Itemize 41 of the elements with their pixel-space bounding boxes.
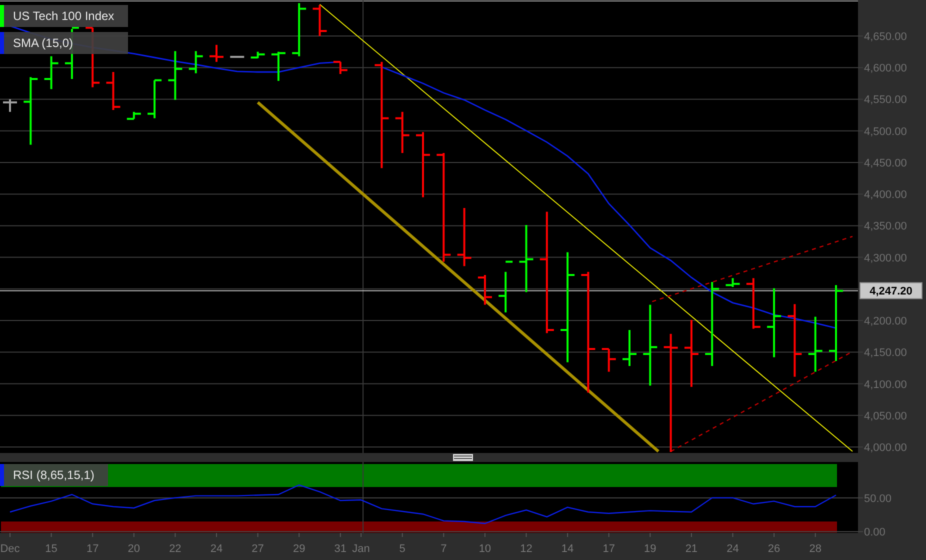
axis-label: 4,200.00	[864, 316, 907, 328]
axis-label: 15	[45, 543, 58, 555]
legend-text: RSI (8,65,15,1)	[13, 468, 94, 482]
axis-label: 5	[399, 543, 406, 555]
axis-label: 21	[685, 543, 698, 555]
axis-label: 26	[768, 543, 780, 555]
axis-label: 7	[440, 543, 447, 555]
axis-label: 27	[252, 543, 264, 555]
axis-label: 4,500.00	[864, 126, 907, 138]
grip-icon[interactable]	[453, 454, 473, 461]
axis-label: 17	[86, 543, 99, 555]
axis-label: 4,000.00	[864, 442, 907, 453]
axis-label: 4,450.00	[864, 157, 907, 170]
axis-label: 4,350.00	[864, 220, 907, 233]
axis-label: 19	[644, 543, 656, 555]
axis-label: 4,150.00	[864, 347, 907, 360]
axis-label: 28	[809, 543, 822, 555]
axis-label: 20	[128, 543, 140, 555]
axis-label: 14	[561, 543, 574, 555]
price-label: 4,247.20	[860, 282, 922, 300]
axis-label: 10	[478, 543, 492, 555]
axis-label: 0.00	[864, 526, 886, 539]
axis-label: 50.00	[864, 492, 892, 505]
axis-label: 4,600.00	[864, 62, 907, 75]
axis-label: 31	[334, 543, 347, 555]
legend-text: US Tech 100 Index	[13, 9, 114, 23]
axis-label: 22	[169, 543, 182, 555]
legend-text: SMA (15,0)	[13, 36, 74, 50]
axis-label: 24	[726, 543, 739, 555]
axis-label: 4,550.00	[864, 94, 907, 106]
axis-label: 17	[602, 543, 615, 555]
axis-label: 4,300.00	[864, 252, 907, 264]
axis-label: Jan	[352, 543, 370, 555]
axis-label: 4,650.00	[864, 31, 907, 43]
axis-label: 4,400.00	[864, 189, 907, 202]
axis-label: 4,100.00	[864, 378, 907, 391]
axis-label: 24	[210, 543, 223, 555]
axis-label: 12	[520, 543, 532, 555]
axis-label: 29	[292, 543, 306, 555]
axis-label: Dec	[0, 543, 20, 555]
axis-label: 4,050.00	[864, 410, 907, 422]
